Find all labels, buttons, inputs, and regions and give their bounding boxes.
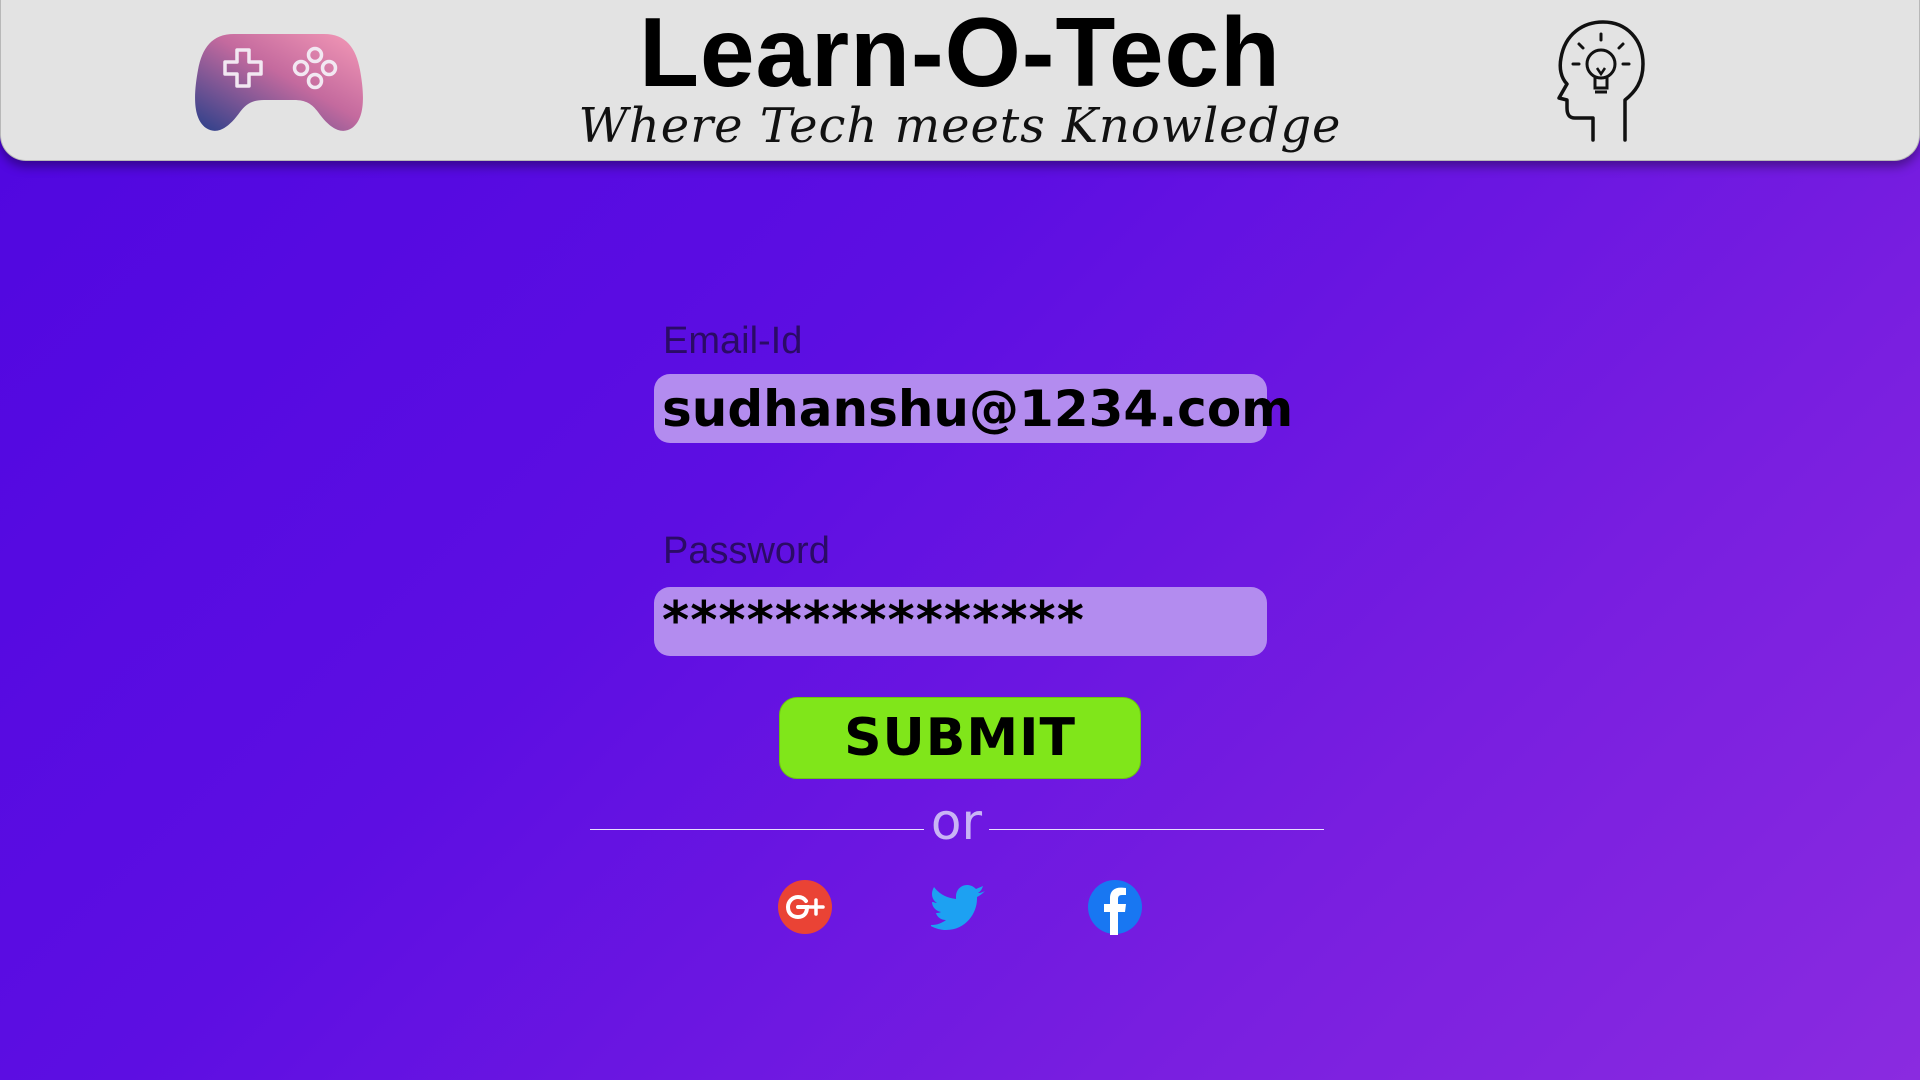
facebook-icon[interactable] — [1087, 879, 1143, 935]
email-label: Email-Id — [663, 320, 803, 362]
submit-button[interactable]: SUBMIT — [779, 697, 1141, 779]
twitter-icon[interactable] — [931, 881, 987, 937]
head-lightbulb-icon — [1557, 20, 1645, 142]
divider-or-text: or — [930, 793, 983, 851]
divider-line-left — [590, 829, 924, 830]
email-field[interactable]: sudhanshu@1234.com — [654, 374, 1293, 443]
site-header: Learn-O-Tech Where Tech meets Knowledge — [0, 0, 1920, 161]
google-plus-icon[interactable] — [777, 879, 833, 935]
password-label: Password — [663, 530, 830, 572]
divider-line-right — [989, 829, 1324, 830]
password-field[interactable]: *************** — [654, 587, 1267, 656]
